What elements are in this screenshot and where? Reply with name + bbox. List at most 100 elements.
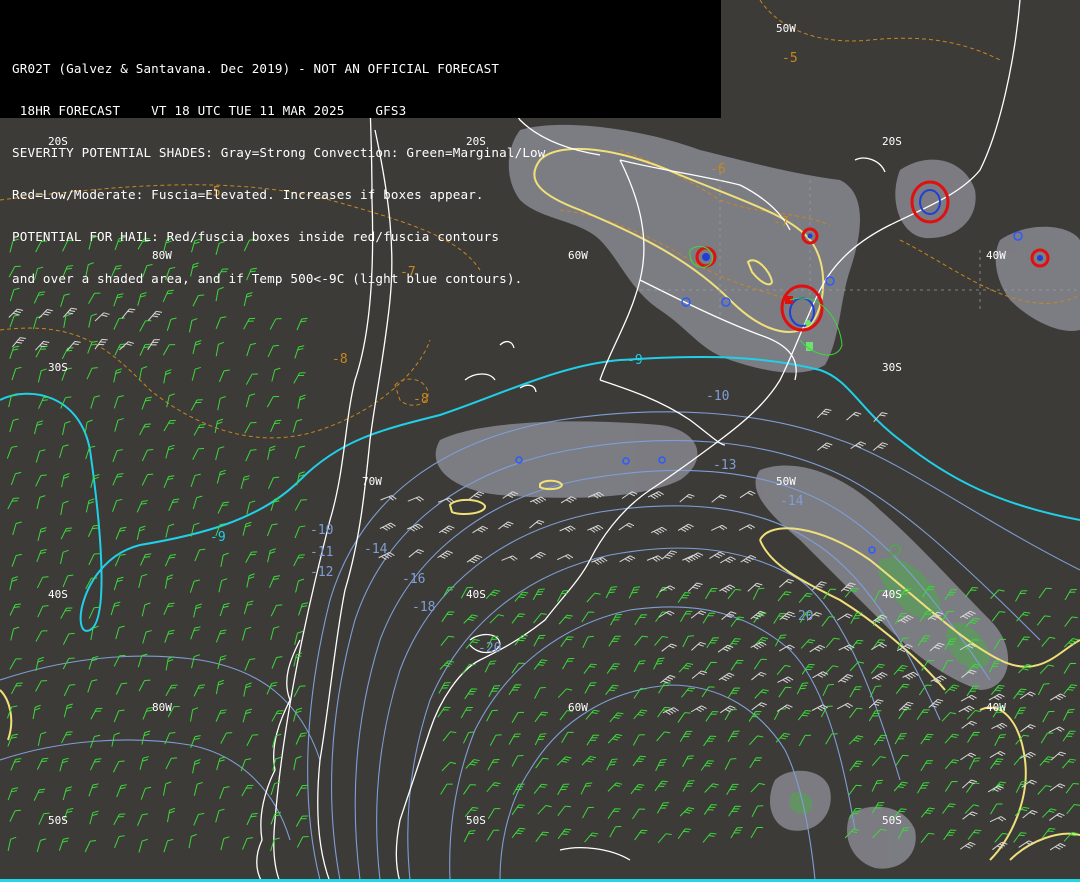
wind-barb bbox=[267, 476, 280, 489]
wind-barb bbox=[824, 665, 839, 675]
wind-barb bbox=[690, 610, 707, 619]
wind-barb bbox=[511, 711, 525, 723]
wind-barb bbox=[141, 602, 151, 617]
wind-barb bbox=[750, 782, 765, 793]
forecast-header: GR02T (Galvez & Santavana. Dec 2019) - N… bbox=[0, 0, 721, 286]
wind-barb bbox=[703, 804, 717, 815]
wind-barb bbox=[557, 805, 571, 816]
wind-barb bbox=[271, 710, 284, 722]
temp-label-m7: -7 bbox=[773, 215, 789, 230]
wind-barb bbox=[214, 418, 224, 433]
wind-barb bbox=[87, 679, 98, 693]
wind-barb bbox=[162, 344, 176, 356]
wind-barb bbox=[607, 782, 623, 792]
wind-barb bbox=[778, 686, 792, 698]
wind-barb bbox=[1013, 688, 1027, 700]
wind-barb bbox=[753, 658, 767, 670]
wind-barb bbox=[711, 524, 728, 531]
wind-barb bbox=[605, 586, 618, 599]
wind-barb bbox=[609, 826, 622, 838]
wind-barb bbox=[246, 342, 257, 357]
wind-barb bbox=[10, 682, 23, 695]
wind-barb bbox=[94, 312, 110, 322]
wind-barb bbox=[873, 734, 888, 746]
wind-barb bbox=[189, 579, 200, 593]
wind-barb bbox=[703, 735, 717, 747]
label-50w-b: 50W bbox=[776, 475, 796, 488]
wind-barb bbox=[62, 420, 71, 436]
wind-barb bbox=[296, 784, 309, 797]
wind-barb bbox=[9, 345, 20, 359]
wind-barb bbox=[116, 784, 127, 798]
wind-barb bbox=[163, 838, 174, 853]
wind-barb bbox=[215, 679, 225, 695]
wind-barb bbox=[38, 396, 50, 409]
wind-barb bbox=[677, 592, 691, 603]
wind-barb bbox=[138, 366, 148, 381]
wind-barb bbox=[534, 711, 548, 723]
wind-barb bbox=[750, 641, 767, 650]
wind-barb bbox=[556, 554, 574, 561]
wind-barb bbox=[217, 501, 230, 514]
wind-barb bbox=[871, 642, 887, 651]
wind-barb bbox=[871, 779, 884, 792]
wind-barb bbox=[62, 632, 75, 645]
wind-barb bbox=[893, 781, 908, 792]
wind-barb bbox=[246, 812, 258, 826]
wind-barb bbox=[1017, 636, 1030, 648]
wind-barb bbox=[750, 826, 763, 839]
wind-barb bbox=[38, 309, 53, 319]
header-line-2: 18HR FORECAST VT 18 UTC TUE 11 MAR 2025 … bbox=[12, 104, 407, 118]
wind-barb bbox=[293, 685, 306, 698]
wind-barb bbox=[659, 585, 676, 593]
wind-barb bbox=[60, 527, 73, 540]
wind-barb bbox=[113, 654, 126, 667]
wind-barb bbox=[37, 527, 47, 542]
wind-barb bbox=[849, 686, 862, 698]
wind-barb bbox=[87, 524, 100, 537]
temp-label-m18: -18 bbox=[412, 600, 435, 615]
shade-east-blob bbox=[995, 226, 1080, 331]
wind-barb bbox=[582, 806, 594, 819]
wind-barb bbox=[463, 830, 476, 843]
wind-barb bbox=[269, 575, 281, 588]
wind-barb bbox=[12, 521, 22, 536]
wind-barb bbox=[992, 781, 1006, 792]
wind-barb bbox=[489, 614, 505, 624]
wind-barb bbox=[894, 733, 907, 745]
wind-barb bbox=[634, 614, 648, 626]
wind-barb bbox=[113, 576, 124, 591]
wind-barb bbox=[1018, 663, 1033, 674]
wind-barb bbox=[677, 828, 691, 839]
wind-barb bbox=[724, 758, 737, 770]
wind-barb bbox=[219, 786, 230, 800]
wind-barb bbox=[1049, 843, 1066, 851]
wind-barb bbox=[605, 684, 619, 696]
wind-barb bbox=[114, 418, 124, 432]
wind-barb bbox=[709, 551, 725, 559]
wind-barb bbox=[113, 395, 124, 409]
wind-barb bbox=[440, 635, 455, 646]
wind-barb bbox=[294, 499, 307, 511]
wind-barb bbox=[533, 783, 548, 795]
wind-barb bbox=[585, 709, 600, 720]
wind-barb bbox=[511, 804, 525, 816]
wind-barb bbox=[166, 393, 176, 408]
wind-barb bbox=[705, 711, 719, 722]
wind-barb bbox=[12, 337, 26, 348]
wind-barb bbox=[113, 813, 126, 826]
wind-barb bbox=[968, 757, 981, 770]
wind-barb bbox=[609, 712, 624, 723]
wind-barb bbox=[558, 614, 573, 625]
wind-barb bbox=[633, 709, 648, 720]
wind-barb bbox=[84, 419, 93, 435]
wind-barb bbox=[654, 635, 669, 646]
wind-barb bbox=[89, 758, 102, 771]
wind-barb bbox=[687, 552, 704, 560]
wind-barb bbox=[849, 760, 863, 772]
wind-barb bbox=[584, 682, 597, 694]
wind-barb bbox=[9, 576, 18, 591]
wind-barb bbox=[486, 829, 500, 841]
wind-barb bbox=[679, 730, 693, 742]
wind-barb bbox=[218, 578, 228, 593]
